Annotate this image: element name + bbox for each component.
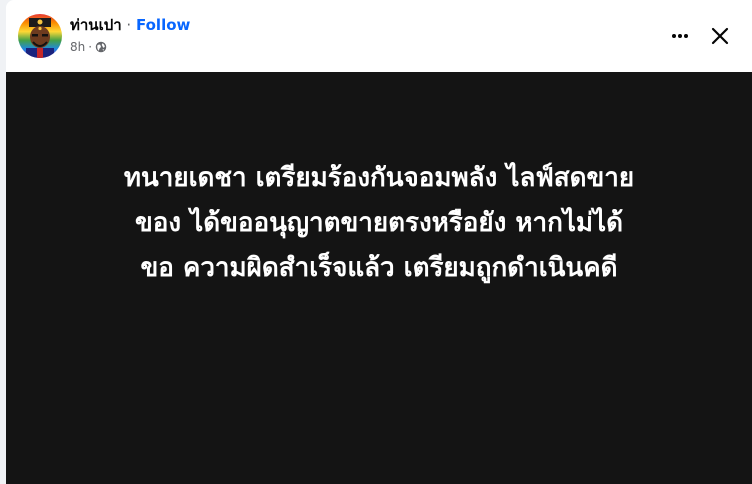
post-header: ท่านเปา · Follow 8h · (6, 0, 752, 72)
author-name[interactable]: ท่านเปา (70, 16, 122, 34)
follow-button[interactable]: Follow (136, 16, 190, 34)
globe-icon (95, 41, 107, 53)
close-icon (711, 27, 729, 45)
close-post-button[interactable] (702, 18, 738, 54)
more-horizontal-icon (672, 34, 688, 38)
meta-separator: · (88, 40, 93, 54)
post-meta: 8h · (70, 39, 107, 55)
post-text-line: ขอ ความผิดสำเร็จแล้ว เตรียมถูกดำเนินคดี (140, 253, 618, 283)
post-card: ท่านเปา · Follow 8h · ทนายเดชา เตรียมร้อ… (6, 0, 752, 484)
post-timestamp[interactable]: 8h (70, 39, 85, 55)
post-text-line: ทนายเดชา เตรียมร้องกันจอมพลัง ไลฟ์สดขาย (123, 163, 635, 193)
post-text-line: ของ ได้ขออนุญาตขายตรงหรือยัง หากไม่ได้ (134, 208, 624, 238)
author-separator: · (126, 16, 132, 34)
post-text: ทนายเดชา เตรียมร้องกันจอมพลัง ไลฟ์สดขาย … (26, 156, 732, 291)
author-avatar[interactable] (18, 14, 62, 58)
more-options-button[interactable] (662, 18, 698, 54)
author-line: ท่านเปา · Follow (70, 15, 190, 35)
avatar-image (18, 14, 62, 58)
